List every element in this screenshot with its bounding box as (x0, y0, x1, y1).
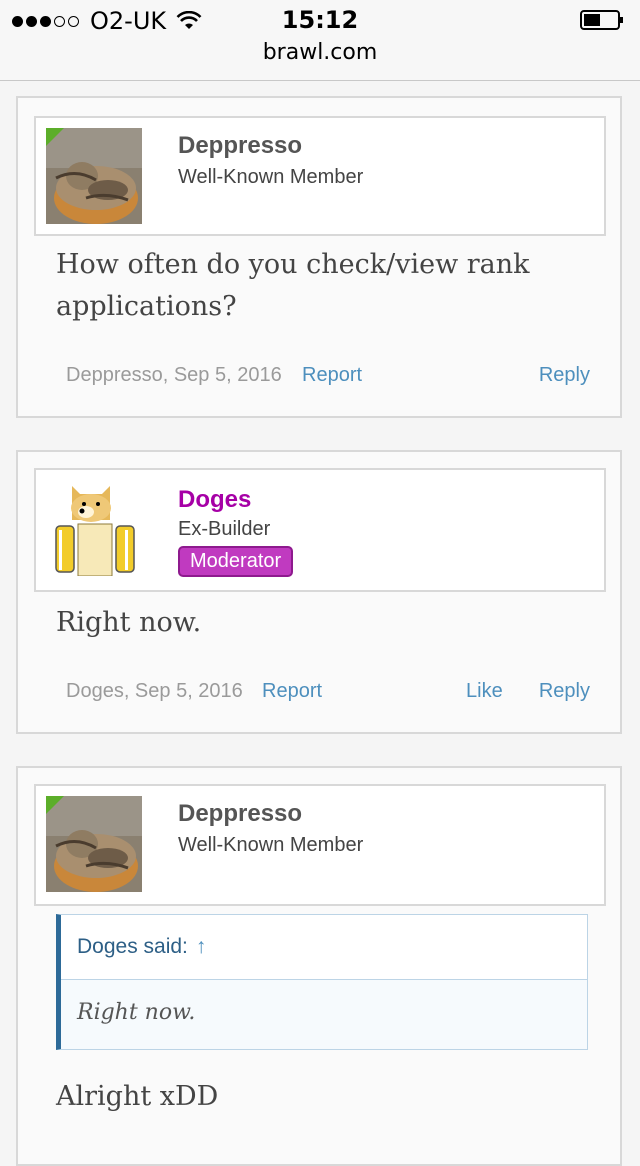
reply-link[interactable]: Reply (539, 364, 590, 387)
like-link[interactable]: Like (466, 680, 503, 703)
avatar[interactable] (46, 796, 142, 892)
status-bar: O2-UK 15:12 brawl.com (0, 0, 640, 81)
username[interactable]: Deppresso (178, 800, 302, 828)
arrow-up-icon[interactable]: ↑ (196, 935, 207, 958)
url-bar[interactable]: brawl.com (0, 40, 640, 65)
report-link[interactable]: Report (302, 364, 362, 387)
message-body: How often do you check/view rank applica… (56, 244, 530, 328)
user-info-block: Deppresso Well-Known Member (34, 116, 606, 236)
quote-text: Right now. (77, 1000, 196, 1025)
reply-link[interactable]: Reply (539, 680, 590, 703)
user-title: Well-Known Member (178, 166, 364, 188)
message-post: Deppresso Well-Known Member Doges said: ↑… (16, 766, 622, 1166)
message-body: Right now. (56, 602, 201, 644)
avatar[interactable] (46, 128, 142, 224)
post-meta[interactable]: Doges, Sep 5, 2016 (66, 680, 243, 703)
message-line: Right now. (56, 607, 202, 638)
message-line: Alright xDD (56, 1081, 219, 1112)
user-info-block: Deppresso Well-Known Member (34, 784, 606, 906)
user-title: Well-Known Member (178, 834, 364, 856)
message-line: How often do you check/view rank (56, 249, 530, 280)
clock: 15:12 (281, 6, 359, 34)
report-link[interactable]: Report (262, 680, 322, 703)
battery-icon (580, 10, 623, 30)
username[interactable]: Deppresso (178, 132, 302, 160)
message-body: Alright xDD (56, 1076, 218, 1118)
user-title: Ex-Builder (178, 518, 271, 540)
message-footer: Doges, Sep 5, 2016 Report Like Reply (66, 680, 590, 710)
message-footer: Deppresso, Sep 5, 2016 Report Reply (66, 364, 590, 394)
quote-attribution[interactable]: Doges said: ↑ (61, 915, 587, 980)
message-line: applications? (56, 291, 237, 322)
message-post: Deppresso Well-Known Member How often do… (16, 96, 622, 418)
message-post: Doges Ex-Builder Moderator Right now. Do… (16, 450, 622, 734)
post-meta[interactable]: Deppresso, Sep 5, 2016 (66, 364, 282, 387)
quote-block: Doges said: ↑ Right now. (56, 914, 588, 1050)
user-info-block: Doges Ex-Builder Moderator (34, 468, 606, 592)
quote-author[interactable]: Doges said: (77, 935, 188, 958)
username[interactable]: Doges (178, 486, 251, 514)
avatar[interactable] (46, 480, 142, 576)
moderator-badge: Moderator (178, 546, 294, 577)
